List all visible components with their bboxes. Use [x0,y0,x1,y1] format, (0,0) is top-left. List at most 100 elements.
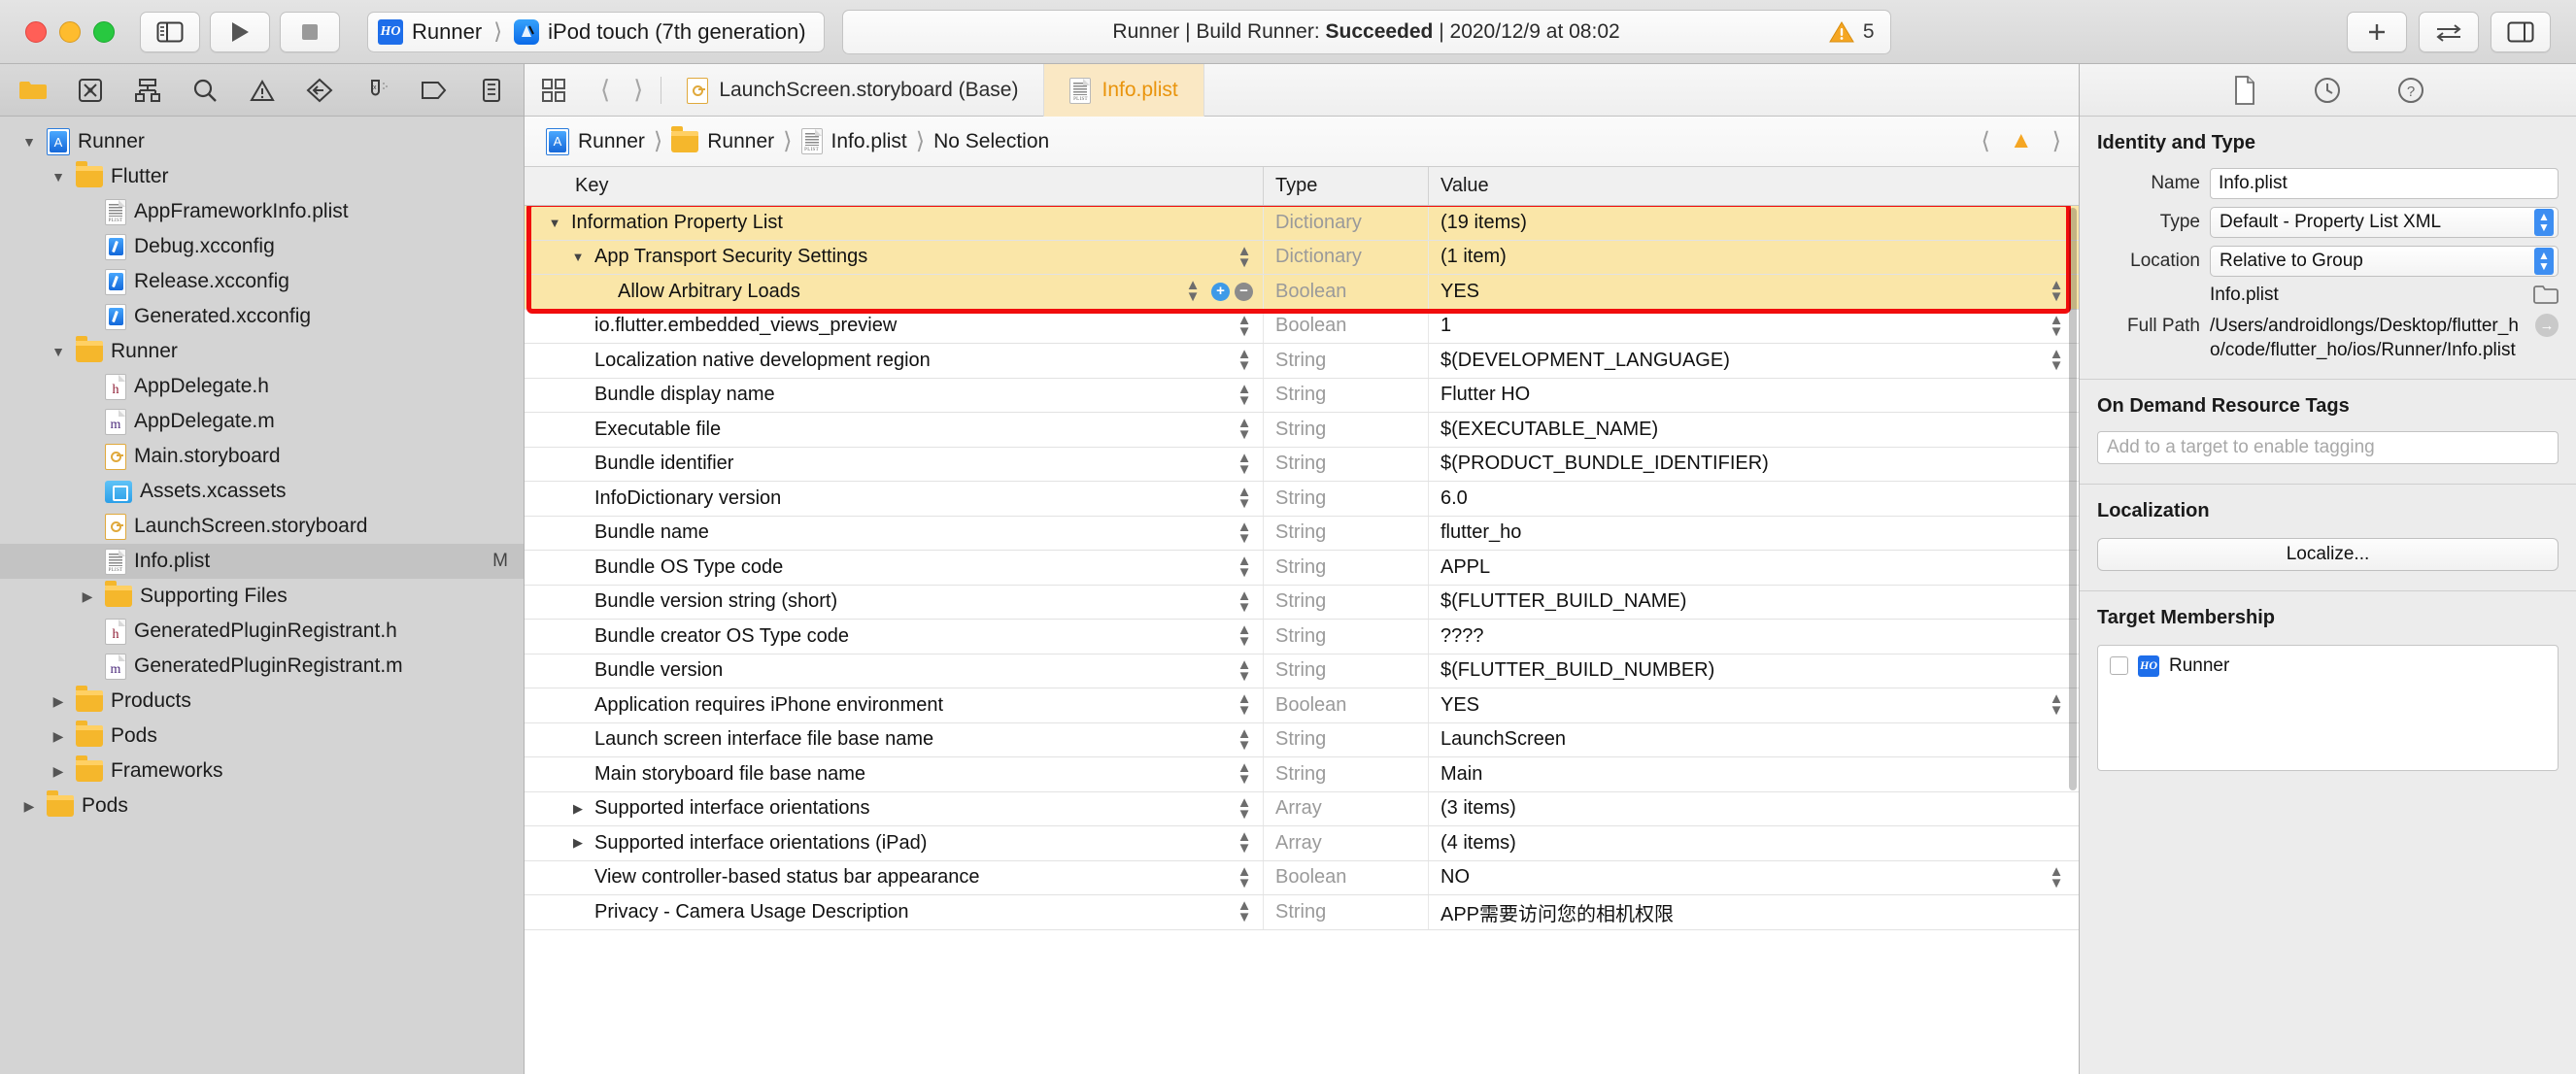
plist-value-cell[interactable]: YES [1428,688,2079,722]
breadcrumb-item-1[interactable]: Runner [707,130,774,153]
close-window-button[interactable] [25,20,47,43]
plist-row[interactable]: Application requires iPhone environment B… [525,688,2079,723]
disclosure-triangle-icon[interactable]: ▶ [569,801,587,817]
breadcrumb-item-3[interactable]: No Selection [933,130,1049,153]
value-stepper[interactable] [2048,280,2065,303]
navigator-item[interactable]: m AppDelegate.m [0,404,524,439]
navigator-item[interactable]: Flutter [0,159,524,194]
plist-type-cell[interactable]: String [1263,344,1428,378]
plist-value-cell[interactable]: (3 items) [1428,791,2079,825]
plist-value-cell[interactable]: $(PRODUCT_BUNDLE_IDENTIFIER) [1428,447,2079,481]
plist-key-cell[interactable]: io.flutter.embedded_views_preview [525,315,1263,338]
plist-key-cell[interactable]: Executable file [525,418,1263,441]
navigator-item[interactable]: h GeneratedPluginRegistrant.h [0,614,524,649]
plist-value-cell[interactable]: APP需要访问您的相机权限 [1428,895,2079,929]
plist-value-cell[interactable]: $(FLUTTER_BUILD_NUMBER) [1428,654,2079,688]
plist-row[interactable]: Executable file String $(EXECUTABLE_NAME) [525,413,2079,448]
plist-type-cell[interactable]: String [1263,620,1428,654]
plist-key-cell[interactable]: Bundle version [525,659,1263,683]
plist-type-cell[interactable]: String [1263,378,1428,412]
column-header-key[interactable]: Key [525,175,1263,197]
plist-value-cell[interactable]: Flutter HO [1428,378,2079,412]
plist-key-cell[interactable]: View controller-based status bar appeara… [525,866,1263,889]
plist-type-cell[interactable]: Dictionary [1263,240,1428,274]
plist-row[interactable]: io.flutter.embedded_views_preview Boolean… [525,309,2079,344]
plist-key-cell[interactable]: Launch screen interface file base name [525,728,1263,752]
add-editor-button[interactable] [2347,11,2407,52]
row-reorder-stepper[interactable] [1236,590,1253,614]
disclosure-triangle-icon[interactable] [49,763,68,780]
navigator-tab-find[interactable] [176,64,233,117]
type-select[interactable]: Default - Property List XML ▲ ▼ [2210,207,2559,238]
plist-row[interactable]: Localization native development region St… [525,344,2079,379]
warning-indicator[interactable]: 5 [1828,20,1875,44]
plist-row[interactable]: Bundle creator OS Type code String???? [525,620,2079,654]
navigator-tab-debug[interactable]: x [348,64,405,117]
plist-key-cell[interactable]: Application requires iPhone environment [525,693,1263,717]
target-membership-list[interactable]: HO Runner [2097,644,2559,771]
plist-key-cell[interactable]: ▶ Supported interface orientations (iPad) [525,831,1263,855]
plist-type-cell[interactable]: Dictionary [1263,206,1428,240]
plist-type-cell[interactable]: String [1263,722,1428,756]
plist-row[interactable]: InfoDictionary version String 6.0 [525,482,2079,517]
plist-value-cell[interactable]: LaunchScreen [1428,722,2079,756]
plist-type-cell[interactable]: Boolean [1263,860,1428,894]
previous-sibling-button[interactable]: ⟨ [1981,127,1989,155]
navigator-item[interactable]: A Runner [0,124,524,159]
plist-row[interactable]: Bundle OS Type code String APPL [525,551,2079,586]
plist-key-cell[interactable]: InfoDictionary version [525,487,1263,510]
navigator-item[interactable]: PLIST AppFrameworkInfo.plist [0,194,524,229]
row-reorder-stepper[interactable] [1236,866,1253,889]
disclosure-triangle-icon[interactable] [49,344,68,359]
plist-key-cell[interactable]: Main storyboard file base name [525,762,1263,786]
row-reorder-stepper[interactable] [1236,315,1253,338]
related-items-button[interactable] [525,64,583,117]
plist-key-cell[interactable]: Bundle creator OS Type code [525,624,1263,648]
plist-row[interactable]: ▶ Supported interface orientations Array (3… [525,791,2079,826]
row-reorder-stepper[interactable] [1236,728,1253,752]
row-reorder-stepper[interactable] [1236,246,1253,269]
plist-value-cell[interactable]: YES [1428,275,2079,309]
plist-key-cell[interactable]: ▼ App Transport Security Settings [525,246,1263,269]
remove-row-icon[interactable]: − [1235,282,1253,301]
plist-type-cell[interactable]: String [1263,585,1428,619]
navigator-item[interactable]: Frameworks [0,754,524,789]
column-header-value[interactable]: Value [1428,167,2079,205]
navigator-item[interactable]: Debug.xcconfig [0,229,524,264]
navigator-item[interactable]: h AppDelegate.h [0,369,524,404]
next-sibling-button[interactable]: ⟩ [2052,127,2061,155]
breadcrumb-item-0[interactable]: Runner [578,130,645,153]
disclosure-triangle-icon[interactable] [78,588,97,605]
plist-key-cell[interactable]: Bundle OS Type code [525,555,1263,579]
column-header-type[interactable]: Type [1263,167,1428,205]
name-field[interactable]: Info.plist [2210,168,2559,199]
row-reorder-stepper[interactable] [1236,349,1253,372]
plist-type-cell[interactable]: String [1263,551,1428,585]
value-stepper[interactable] [2048,693,2065,717]
add-row-icon[interactable]: + [1211,282,1230,301]
plist-type-cell[interactable]: Array [1263,826,1428,860]
plist-row[interactable]: ▼ Information Property List Dictionary (19 … [525,206,2079,241]
plist-row[interactable]: ▼ App Transport Security Settings Dictiona… [525,240,2079,275]
plist-key-cell[interactable]: Bundle display name [525,384,1263,407]
swap-editor-button[interactable] [2419,11,2479,52]
navigator-item[interactable]: Main.storyboard [0,439,524,474]
editor-tab[interactable]: LaunchScreen.storyboard (Base) [661,64,1045,117]
navigator-tab-issue[interactable] [233,64,290,117]
plist-type-cell[interactable]: String [1263,895,1428,929]
file-inspector-icon[interactable] [2232,75,2257,105]
disclosure-triangle-icon[interactable] [19,134,39,150]
value-stepper[interactable] [2048,315,2065,338]
row-reorder-stepper[interactable] [1236,624,1253,648]
history-inspector-icon[interactable] [2314,77,2341,104]
value-stepper[interactable] [2048,866,2065,889]
plist-type-cell[interactable]: Boolean [1263,309,1428,343]
plist-value-cell[interactable]: 6.0 [1428,482,2079,516]
plist-value-cell[interactable]: APPL [1428,551,2079,585]
row-reorder-stepper[interactable] [1236,693,1253,717]
navigator-item[interactable]: PLIST Info.plist M [0,544,524,579]
hide-button[interactable]: ▲ [2010,127,2033,155]
disclosure-triangle-icon[interactable]: ▶ [569,835,587,851]
plist-value-cell[interactable]: $(EXECUTABLE_NAME) [1428,413,2079,447]
navigator-tab-symbol[interactable] [119,64,176,117]
